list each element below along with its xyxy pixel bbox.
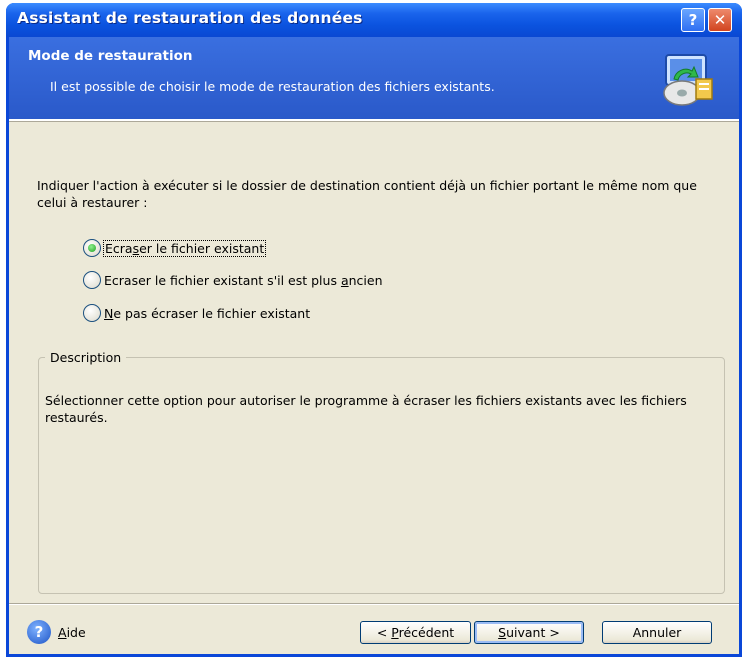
restore-wizard-icon [663, 54, 713, 106]
page-title: Mode de restauration [28, 48, 193, 64]
option-do-not-overwrite[interactable]: Ne pas écraser le fichier existant [83, 302, 310, 324]
help-icon[interactable]: ? [27, 620, 51, 644]
cancel-button[interactable]: Annuler [602, 621, 712, 644]
wizard-client-area: Mode de restauration Il est possible de … [9, 37, 739, 654]
previous-button[interactable]: < Précédent [360, 621, 471, 644]
description-legend: Description [45, 350, 127, 365]
title-bar[interactable]: Assistant de restauration des données ? … [6, 3, 742, 37]
radio-button[interactable] [83, 271, 101, 289]
option-overwrite-existing[interactable]: Ecraser le fichier existant [83, 237, 267, 259]
option-label: Ecraser le fichier existant s'il est plu… [104, 272, 383, 288]
option-label: Ecraser le fichier existant [102, 239, 267, 257]
option-label: Ne pas écraser le fichier existant [104, 305, 311, 321]
restore-prompt: Indiquer l'action à exécuter si le dossi… [37, 178, 697, 210]
window-title: Assistant de restauration des données [17, 9, 363, 27]
page-description: Il est possible de choisir le mode de re… [50, 79, 495, 94]
option-overwrite-if-older[interactable]: Ecraser le fichier existant s'il est plu… [83, 269, 383, 291]
help-link[interactable]: Aide [58, 625, 86, 640]
next-button[interactable]: Suivant > [474, 621, 584, 644]
wizard-header: Mode de restauration Il est possible de … [9, 37, 739, 119]
header-divider [9, 119, 739, 122]
close-button[interactable]: ✕ [708, 8, 732, 32]
wizard-window: Assistant de restauration des données ? … [6, 3, 742, 657]
radio-button[interactable] [83, 304, 101, 322]
titlebar-help-button[interactable]: ? [681, 8, 705, 32]
radio-button-selected[interactable] [83, 239, 101, 257]
footer-divider [9, 603, 739, 605]
description-text: Sélectionner cette option pour autoriser… [45, 393, 687, 425]
